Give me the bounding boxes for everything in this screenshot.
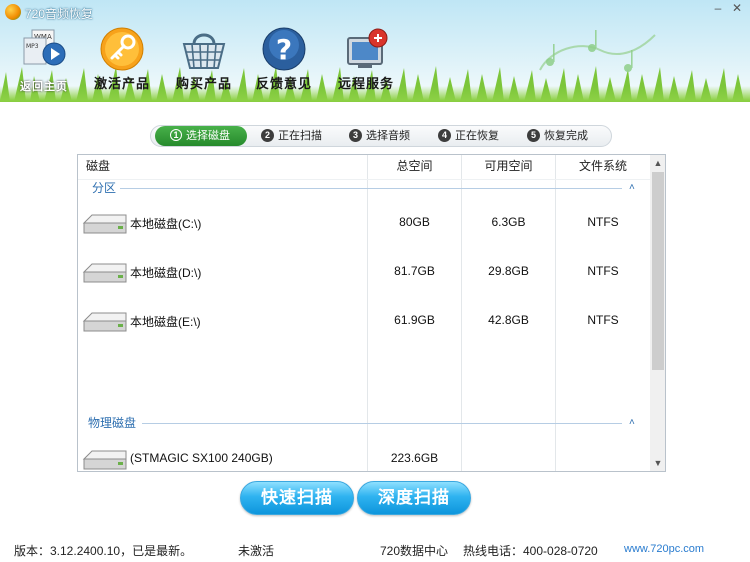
step-number: 4 — [438, 129, 451, 142]
group-divider — [142, 423, 622, 424]
group-divider — [120, 188, 622, 189]
nav-item-remote[interactable]: 远程服务 — [328, 22, 404, 92]
deep-scan-button[interactable]: 深度扫描 — [357, 481, 471, 515]
scroll-thumb[interactable] — [652, 172, 664, 370]
group-label: 物理磁盘 — [88, 416, 137, 430]
main-nav: WMA MP3 返回主页 激活产品 购买产品 ? 反馈意见 远程服务 — [0, 22, 750, 93]
column-header-total[interactable]: 总空间 — [368, 155, 461, 179]
remote-computer-icon — [347, 28, 388, 68]
app-title: 720音频恢复 — [25, 7, 94, 21]
nav-item-home[interactable]: WMA MP3 返回主页 — [6, 22, 82, 93]
disk-name: 本地磁盘(E:\) — [130, 315, 201, 329]
nav-label: 远程服务 — [337, 76, 394, 91]
hotline-label: 热线电话：400-028-0720 — [463, 544, 598, 558]
close-button[interactable]: ✕ — [728, 1, 746, 16]
shopping-basket-icon — [182, 33, 226, 69]
hard-drive-icon — [82, 312, 127, 332]
version-status: 版本：3.12.2400.10，已是最新。 — [14, 544, 193, 558]
step-scanning: 2 正在扫描 — [261, 126, 322, 146]
column-header-free[interactable]: 可用空间 — [462, 155, 555, 179]
scroll-down-icon[interactable]: ▼ — [650, 455, 665, 471]
svg-text:?: ? — [276, 33, 292, 66]
help-question-icon: ? — [262, 27, 306, 71]
disk-row[interactable]: (STMAGIC SX100 240GB) 223.6GB — [78, 444, 650, 471]
disk-row[interactable]: 本地磁盘(D:\) 81.7GB 29.8GB NTFS — [78, 257, 650, 287]
collapse-icon[interactable]: ˄ — [629, 179, 635, 197]
disk-row[interactable]: 本地磁盘(E:\) 61.9GB 42.8GB NTFS — [78, 306, 650, 336]
step-label: 正在恢复 — [455, 130, 499, 142]
step-label: 选择音频 — [366, 130, 410, 142]
hard-drive-icon — [82, 450, 127, 470]
disk-free: 6.3GB — [491, 215, 526, 229]
column-header-filesystem[interactable]: 文件系统 — [556, 155, 650, 179]
key-icon — [100, 27, 144, 71]
step-label: 正在扫描 — [278, 130, 322, 142]
group-header-physical-disks[interactable]: 物理磁盘 ˄ — [78, 413, 650, 433]
nav-label: 返回主页 — [20, 81, 68, 93]
hard-drive-icon — [82, 214, 127, 234]
disk-name: 本地磁盘(C:\) — [130, 217, 202, 231]
disk-free: 42.8GB — [488, 313, 529, 327]
nav-label: 激活产品 — [93, 76, 150, 91]
quick-scan-button[interactable]: 快速扫描 — [240, 481, 354, 515]
vertical-scrollbar[interactable]: ▲ ▼ — [650, 155, 665, 471]
activation-status: 未激活 — [238, 544, 275, 558]
step-number: 1 — [170, 129, 182, 141]
website-link[interactable]: www.720pc.com — [624, 543, 704, 555]
disk-name: 本地磁盘(D:\) — [130, 266, 202, 280]
step-number: 2 — [261, 129, 274, 142]
step-label: 选择磁盘 — [186, 130, 230, 142]
collapse-icon[interactable]: ˄ — [629, 414, 635, 432]
disk-total: 81.7GB — [394, 264, 435, 278]
nav-item-feedback[interactable]: ? 反馈意见 — [246, 22, 322, 92]
audio-files-icon: WMA MP3 — [23, 29, 66, 66]
app-logo-icon — [5, 4, 21, 20]
step-number: 3 — [349, 129, 362, 142]
disk-row[interactable]: 本地磁盘(C:\) 80GB 6.3GB NTFS — [78, 208, 650, 238]
step-recovering: 4 正在恢复 — [438, 126, 499, 146]
svg-text:MP3: MP3 — [26, 43, 39, 50]
disk-free: 29.8GB — [488, 264, 529, 278]
disk-total: 61.9GB — [394, 313, 435, 327]
nav-item-activate[interactable]: 激活产品 — [84, 22, 160, 92]
scroll-up-icon[interactable]: ▲ — [650, 155, 665, 171]
group-label: 分区 — [92, 181, 117, 195]
step-select-disk: 1 选择磁盘 — [155, 126, 247, 146]
group-header-partitions[interactable]: 分区 ˄ — [78, 178, 650, 198]
step-select-audio: 3 选择音频 — [349, 126, 410, 146]
nav-item-buy[interactable]: 购买产品 — [166, 22, 242, 92]
minimize-button[interactable]: – — [709, 1, 727, 16]
data-center-label: 720数据中心 — [380, 544, 449, 558]
header-bottom-edge — [0, 102, 750, 112]
step-number: 5 — [527, 129, 540, 142]
disk-total: 223.6GB — [390, 451, 439, 465]
disk-total: 80GB — [399, 215, 430, 229]
wizard-steps: 1 选择磁盘 2 正在扫描 3 选择音频 4 正在恢复 5 恢复完成 — [150, 125, 612, 147]
disk-filesystem: NTFS — [587, 313, 619, 327]
column-header-disk[interactable]: 磁盘 — [86, 155, 110, 179]
step-complete: 5 恢复完成 — [527, 126, 588, 146]
step-label: 恢复完成 — [544, 130, 588, 142]
nav-label: 购买产品 — [175, 76, 232, 91]
disk-list[interactable]: 磁盘 总空间 可用空间 文件系统 分区 ˄ 本地磁盘(C:\) 80GB 6.3… — [77, 154, 666, 472]
header-banner: 720音频恢复 – ✕ WMA MP3 返回主页 激活产品 购买产品 ? 反馈意… — [0, 0, 750, 112]
disk-filesystem: NTFS — [587, 264, 619, 278]
nav-label: 反馈意见 — [255, 76, 312, 91]
disk-name: (STMAGIC SX100 240GB) — [130, 451, 273, 465]
hard-drive-icon — [82, 263, 127, 283]
disk-filesystem: NTFS — [587, 215, 619, 229]
